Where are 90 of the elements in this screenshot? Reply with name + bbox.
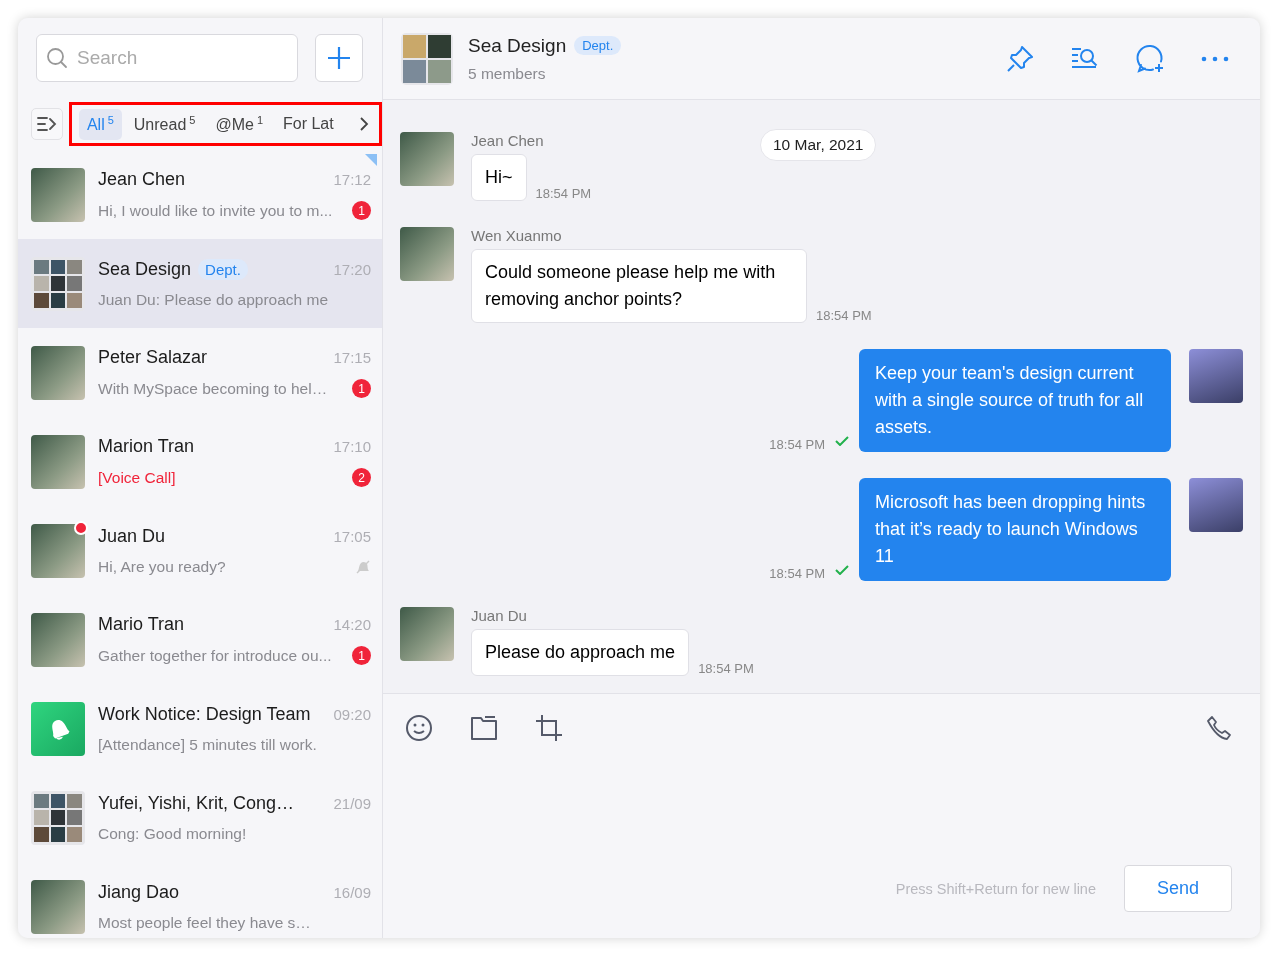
message-time: 17:20 <box>333 260 371 278</box>
avatar-photo-placeholder <box>31 879 85 934</box>
contact-name: Jiang Dao <box>98 881 180 903</box>
conversation-item[interactable]: Marion Tran 17:10 [Voice Call] 2 <box>18 417 382 506</box>
group-avatar <box>31 256 85 311</box>
filter-tab[interactable]: @Me $^{1}$ <box>207 108 271 140</box>
message-time: 21/09 <box>333 794 371 812</box>
crop-icon[interactable] <box>535 714 563 742</box>
message-time: 18:54 PM <box>698 661 754 676</box>
avatar-photo-placeholder <box>1189 349 1243 403</box>
filter-tab[interactable]: Unread $^{5}$ <box>125 108 204 140</box>
more-icon[interactable] <box>1200 54 1230 63</box>
avatar-photo-placeholder <box>31 434 85 489</box>
send-button[interactable]: Send <box>1124 865 1232 912</box>
message-preview: Gather together for introduce ou... <box>98 646 332 665</box>
avatar-photo-placeholder <box>31 523 85 578</box>
message-time: 18:54 PM <box>769 437 825 452</box>
conversation-item[interactable]: Juan Du 17:05 Hi, Are you ready? <box>18 506 382 595</box>
pin-icon[interactable] <box>1005 43 1035 74</box>
message-time: 18:54 PM <box>816 308 872 323</box>
conversation-item[interactable]: Yufei, Yishi, Krit, Cong… 21/09 Cong: Good morning! <box>18 773 382 862</box>
contact-name: Work Notice: Design Team <box>98 703 311 725</box>
sender-name: Jean Chen <box>471 132 545 149</box>
contact-name: Marion Tran <box>98 436 195 457</box>
search-field[interactable]: Search <box>36 34 298 82</box>
contact-name: Juan Du <box>98 525 166 547</box>
avatar-photo-placeholder <box>31 612 85 667</box>
unread-badge: 2 <box>352 468 371 487</box>
message-time: 18:54 PM <box>769 566 825 581</box>
message-time: 14:20 <box>333 616 371 633</box>
conversation-item[interactable]: Jean Chen 17:12 Hi, I would like to invite you to m... 1 <box>18 150 382 239</box>
sender-name: Juan Du <box>471 607 528 624</box>
group-avatar <box>401 32 453 85</box>
contact-name: Yufei, Yishi, Krit, Cong… <box>98 792 295 814</box>
unread-badge: 1 <box>352 201 371 220</box>
message-preview: [Voice Call] <box>98 468 176 487</box>
message-time: 17:12 <box>333 171 371 188</box>
message-time: 17:10 <box>333 438 371 455</box>
sender-name: Wen Xuanmo <box>471 227 563 244</box>
message-bubble: Hi~ <box>471 154 527 201</box>
message-bubble: Could someone please help me with removing anchor points? <box>471 249 807 323</box>
unread-badge: 1 <box>352 379 371 398</box>
message-time: 17:15 <box>333 349 371 366</box>
member-count: 5 members <box>468 64 547 83</box>
message-preview: Hi, Are you ready? <box>98 557 226 576</box>
message-preview: Juan Du: Please do approach me <box>98 290 329 309</box>
message-preview: Most people feel they have s… <box>98 913 311 932</box>
folder-icon[interactable] <box>470 715 498 741</box>
unread-badge: 1 <box>352 646 371 665</box>
message-time: 18:54 PM <box>535 186 592 201</box>
chat-title: Sea Design <box>468 34 567 57</box>
message-time: 17:05 <box>333 527 371 545</box>
conversation-item[interactable]: Work Notice: Design Team 09:20 [Attendance] 5 minutes till work. <box>18 684 382 773</box>
message-time: 09:20 <box>333 705 371 723</box>
message-bubble: Please do approach me <box>471 629 690 676</box>
input-hint: Press Shift+Return for new line <box>895 880 1096 897</box>
emoji-icon[interactable] <box>405 714 433 742</box>
chevron-right-icon[interactable] <box>359 116 369 132</box>
dept-tag: Dept. <box>574 36 622 55</box>
collapse-button[interactable] <box>31 108 63 140</box>
conversation-item[interactable]: Sea Design Dept. 17:20 Juan Du: Please do approach me <box>18 239 382 328</box>
contact-name: Jean Chen <box>98 169 186 190</box>
avatar-photo-placeholder <box>31 345 85 400</box>
contact-name: Sea Design <box>98 258 192 280</box>
conversation-item[interactable]: Jiang Dao 16/09 Most people feel they have s… <box>18 862 382 938</box>
contact-name: Mario Tran <box>98 614 185 635</box>
contact-name: Peter Salazar <box>98 347 208 368</box>
message-bubble: Microsoft has been dropping hints that it’s ready to launch Windows 11 <box>859 478 1171 581</box>
collapse-icon <box>36 116 57 132</box>
filter-tab[interactable]: For Lat <box>275 108 342 140</box>
plus-icon <box>327 46 351 70</box>
message-time: 16/09 <box>333 883 371 901</box>
message-preview: Hi, I would like to invite you to m... <box>98 201 333 220</box>
conversation-item[interactable]: Mario Tran 14:20 Gather together for introduce ou... 1 <box>18 595 382 684</box>
message-preview: With MySpace becoming to hel… <box>98 379 328 398</box>
avatar-photo-placeholder <box>400 227 454 281</box>
conversation-item[interactable]: Peter Salazar 17:15 With MySpace becoming to hel… 1 <box>18 328 382 417</box>
avatar-photo-placeholder <box>31 167 85 222</box>
date-divider: 10 Mar, 2021 <box>760 129 877 161</box>
avatar-photo-placeholder <box>1189 478 1243 532</box>
new-chat-icon[interactable] <box>1135 43 1165 74</box>
group-avatar <box>31 790 85 845</box>
avatar-photo-placeholder <box>400 132 454 186</box>
message-preview: [Attendance] 5 minutes till work. <box>98 735 317 754</box>
phone-icon[interactable] <box>1206 715 1232 741</box>
dept-tag: Dept. <box>198 258 248 280</box>
message-preview: Cong: Good morning! <box>98 824 247 843</box>
add-button[interactable] <box>315 34 363 82</box>
avatar-photo-placeholder <box>400 607 454 661</box>
message-bubble: Keep your team's design current with a single source of truth for all assets. <box>859 349 1171 452</box>
